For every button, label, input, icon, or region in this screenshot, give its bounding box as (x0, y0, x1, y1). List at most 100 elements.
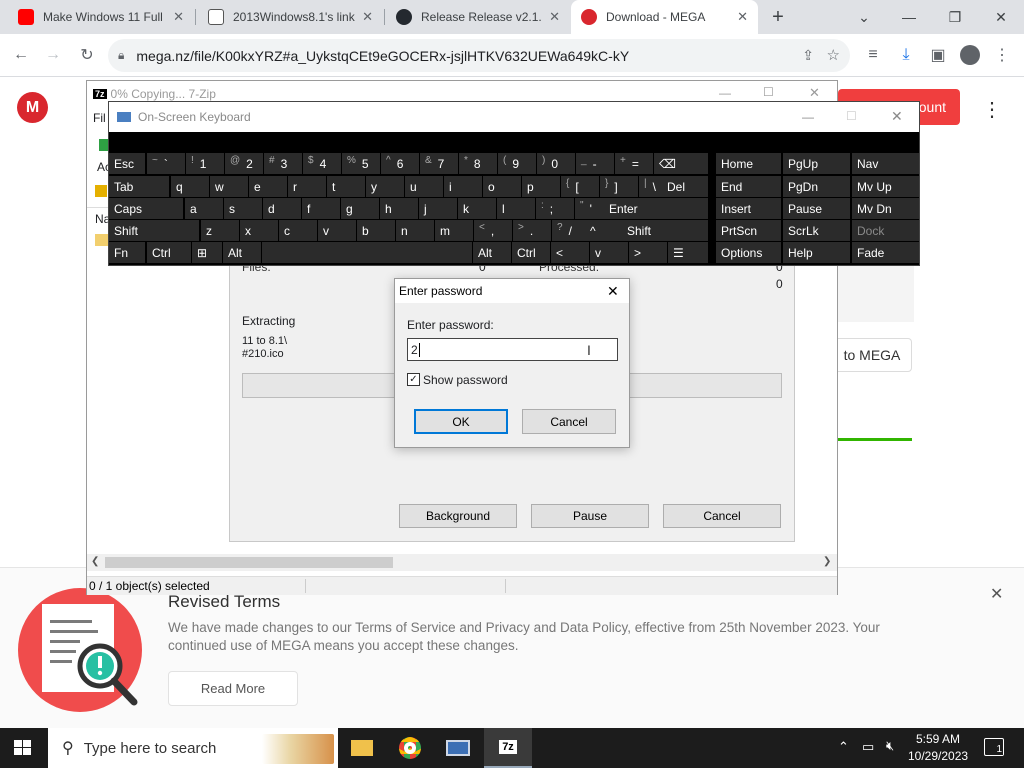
osk-key-l[interactable]: l (497, 198, 535, 219)
background-button[interactable]: Background (399, 504, 517, 528)
chrome-menu-icon[interactable]: ⋮ (989, 42, 1015, 68)
close-tab-icon[interactable]: ✕ (362, 9, 373, 25)
osk-key-home[interactable]: Home (716, 153, 781, 174)
folder-up-icon[interactable] (95, 185, 107, 197)
close-tab-icon[interactable]: ✕ (549, 9, 560, 25)
share-icon[interactable]: ⇪ (802, 47, 814, 64)
osk-key-esc[interactable]: Esc (109, 153, 145, 174)
osk-key-m[interactable]: m (435, 220, 473, 241)
osk-key-symbol[interactable]: <, (474, 220, 512, 241)
url-text[interactable]: mega.nz/file/K00kxYRZ#a_UykstqCEt9eGOCER… (136, 48, 629, 64)
minimize-icon[interactable]: — (886, 0, 932, 34)
start-windows-icon[interactable] (14, 740, 32, 756)
osk-key-symbol[interactable]: ⌫ (654, 153, 708, 174)
osk-key-symbol[interactable]: ☰ (668, 242, 708, 263)
osk-key-c[interactable]: c (279, 220, 317, 241)
scrollbar-thumb[interactable] (105, 557, 393, 568)
pause-button[interactable]: Pause (531, 504, 649, 528)
osk-key-ctrl[interactable]: Ctrl (512, 242, 550, 263)
osk-key-symbol[interactable]: ^ (585, 220, 623, 241)
osk-key-g[interactable]: g (341, 198, 379, 219)
horizontal-scrollbar[interactable]: ❮ ❯ (87, 554, 837, 571)
osk-key-symbol[interactable]: >. (513, 220, 551, 241)
osk-key-5[interactable]: % 5 (342, 153, 380, 174)
osk-key-t[interactable]: t (327, 176, 365, 197)
close-tab-icon[interactable]: ✕ (173, 9, 184, 25)
osk-key-prtscn[interactable]: PrtScn (716, 220, 781, 241)
osk-key-p[interactable]: p (522, 176, 560, 197)
osk-key-n[interactable]: n (396, 220, 434, 241)
osk-key-tab[interactable]: Tab (109, 176, 169, 197)
osk-key-v[interactable]: v (590, 242, 628, 263)
osk-key-d[interactable]: d (263, 198, 301, 219)
close-icon[interactable]: ✕ (809, 85, 820, 101)
osk-key-1[interactable]: ! 1 (186, 153, 224, 174)
import-to-mega-button[interactable]: to MEGA (832, 338, 912, 372)
osk-key-help[interactable]: Help (783, 242, 850, 263)
osk-key-caps[interactable]: Caps (109, 198, 183, 219)
osk-key-dock[interactable]: Dock (852, 220, 919, 241)
osk-key-symbol[interactable]: {[ (561, 176, 599, 197)
osk-key-ctrl[interactable]: Ctrl (147, 242, 191, 263)
osk-key-alt[interactable]: Alt (223, 242, 261, 263)
more-menu-icon[interactable]: ⋮ (982, 96, 1002, 122)
minimize-icon[interactable]: — (719, 86, 731, 100)
osk-key-symbol[interactable]: + = (615, 153, 653, 174)
osk-key-8[interactable]: * 8 (459, 153, 497, 174)
osk-key-f[interactable]: f (302, 198, 340, 219)
download-icon[interactable]: ⤓ (893, 42, 919, 68)
maximize-icon[interactable]: ☐ (763, 85, 774, 99)
profile-avatar-icon[interactable] (957, 42, 983, 68)
osk-key-symbol[interactable]: ⊞ (192, 242, 222, 263)
back-icon[interactable]: ← (8, 42, 34, 68)
osk-key-shift[interactable]: Shift (109, 220, 199, 241)
close-tab-icon[interactable]: ✕ (737, 9, 748, 25)
on-screen-keyboard-app-icon[interactable] (434, 728, 482, 768)
forward-icon[interactable]: → (40, 42, 66, 68)
osk-key-pgup[interactable]: PgUp (783, 153, 850, 174)
osk-key-h[interactable]: h (380, 198, 418, 219)
osk-key-scrlk[interactable]: ScrLk (783, 220, 850, 241)
reading-list-icon[interactable]: ≡ (860, 42, 886, 68)
osk-key-k[interactable]: k (458, 198, 496, 219)
osk-key-insert[interactable]: Insert (716, 198, 781, 219)
osk-key-z[interactable]: z (201, 220, 239, 241)
osk-key-0[interactable]: ) 0 (537, 153, 575, 174)
cancel-extraction-button[interactable]: Cancel (663, 504, 781, 528)
show-hidden-icons-icon[interactable]: ⌃ (838, 739, 849, 755)
tab-windows-link[interactable]: 2013Windows8.1's link ✕ (198, 0, 383, 34)
file-explorer-icon[interactable] (338, 728, 386, 768)
osk-key-a[interactable]: a (185, 198, 223, 219)
ok-button[interactable]: OK (414, 409, 508, 434)
volume-muted-icon[interactable]: 🔇︎ (886, 738, 894, 754)
7zip-taskbar-icon[interactable]: 7z (484, 728, 532, 768)
osk-key-shift[interactable]: Shift (622, 220, 708, 241)
osk-key-symbol[interactable]: > (629, 242, 667, 263)
osk-key-pgdn[interactable]: PgDn (783, 176, 850, 197)
osk-key-b[interactable]: b (357, 220, 395, 241)
lock-icon[interactable]: 🔒︎ (118, 48, 124, 63)
osk-key-symbol[interactable]: _ - (576, 153, 614, 174)
taskbar-search-box[interactable]: ⚲ Type here to search (48, 728, 338, 768)
osk-key-fn[interactable]: Fn (109, 242, 145, 263)
osk-key-9[interactable]: (9 (498, 153, 536, 174)
osk-key-mv-dn[interactable]: Mv Dn (852, 198, 919, 219)
notification-center-icon[interactable]: 1 (984, 738, 1004, 756)
osk-key-v[interactable]: v (318, 220, 356, 241)
read-more-button[interactable]: Read More (168, 671, 298, 706)
address-bar[interactable]: 🔒︎ mega.nz/file/K00kxYRZ#a_UykstqCEt9eGO… (108, 39, 850, 72)
tab-youtube[interactable]: Make Windows 11 Full ✕ (8, 0, 194, 34)
osk-key-symbol[interactable]: ~ ` (147, 153, 185, 174)
osk-key-blank-space[interactable] (262, 242, 472, 263)
osk-key-fade[interactable]: Fade (852, 242, 919, 263)
osk-key-pause[interactable]: Pause (783, 198, 850, 219)
new-tab-button[interactable]: + (768, 5, 788, 29)
osk-key-symbol[interactable]: :; (536, 198, 574, 219)
tab-search-icon[interactable]: ⌄ (841, 0, 887, 34)
osk-key-nav[interactable]: Nav (852, 153, 919, 174)
osk-key-j[interactable]: j (419, 198, 457, 219)
restore-icon[interactable]: ❐ (932, 0, 978, 34)
osk-key-mv-up[interactable]: Mv Up (852, 176, 919, 197)
osk-key-e[interactable]: e (249, 176, 287, 197)
chrome-icon[interactable] (386, 728, 434, 768)
